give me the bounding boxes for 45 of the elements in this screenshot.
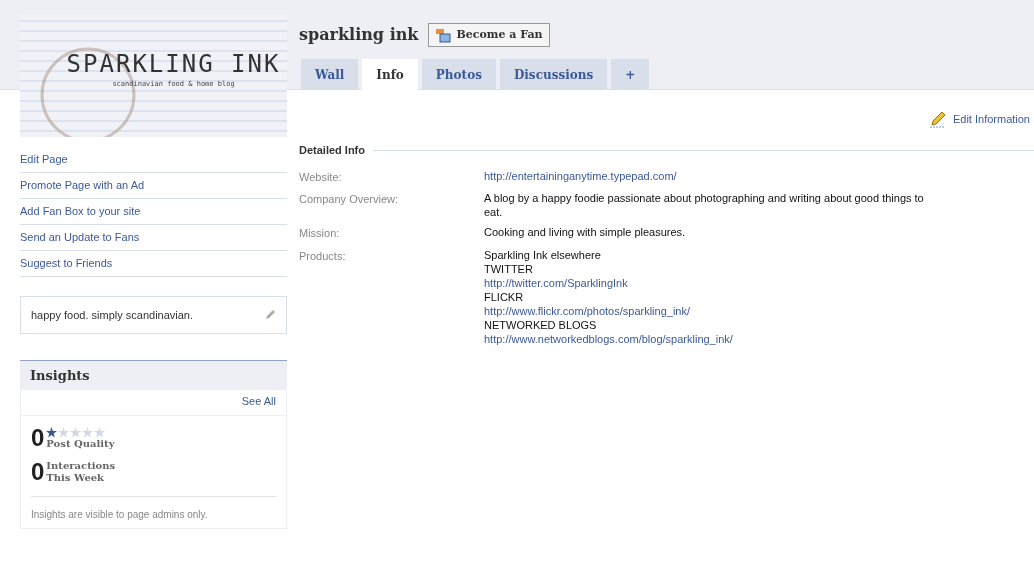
field-label: Mission: [299,226,341,241]
insights-header: Insights [20,361,287,390]
sidebar-link[interactable]: Edit Page [20,151,68,168]
pencil-icon[interactable] [264,309,276,321]
star-icon [58,426,70,438]
pencil-icon [928,110,947,128]
field-value: FLICKR [484,289,525,304]
website-link[interactable]: http://twitter.com/SparklingInk [484,276,628,289]
star-icon [70,426,82,438]
logo-title: SPARKLING INK [66,52,281,77]
field-label: Products: [299,248,347,264]
field-value: A blog by a happy foodie passionate about photographing and writing about good things to eat. [484,191,924,219]
field-label: Company Overview: [299,192,400,207]
sidebar-link[interactable]: Send an Update to Fans [20,229,140,246]
field-value: Cooking and living with simple pleasures. [484,225,687,239]
become-fan-button[interactable]: Become a Fan [428,23,550,47]
sidebar-link[interactable]: Add Fan Box to your site [20,203,141,220]
field-value: TWITTER [484,261,534,276]
page-tab[interactable]: Info [362,59,418,90]
metric-value: 0 [31,425,45,450]
page-tab[interactable]: + [611,59,650,90]
page-tab[interactable]: Discussions [499,59,608,90]
page-tab[interactable]: Photos [421,59,496,90]
see-all-link[interactable]: See All [241,393,276,410]
metric-label: Post Quality [46,437,116,450]
section-title: Detailed Info [299,143,365,158]
star-icon [82,426,94,438]
edit-information-link[interactable]: Edit Information [952,110,1030,128]
sidebar-link[interactable]: Suggest to Friends [20,255,113,272]
insights-note: Insights are visible to page admins only. [30,507,209,522]
star-icon [46,426,58,438]
field-value: Sparkling Ink elsewhere [484,247,602,262]
page-tab[interactable]: Wall [301,59,359,90]
page-title: sparkling ink [299,24,419,46]
sidebar-link[interactable]: Promote Page with an Ad [20,177,145,194]
field-value: NETWORKED BLOGS [484,317,598,332]
star-icon [94,426,106,438]
metric-value: 0 [31,459,45,484]
website-link[interactable]: http://www.flickr.com/photos/sparkling_ink/ [484,304,691,317]
website-link[interactable]: http://entertaininganytime.typepad.com/ [484,169,677,182]
status-text: happy food. simply scandinavian. [31,307,194,323]
metric-label: Interactions This Week [46,459,117,484]
field-label: Website: [299,169,343,185]
website-link[interactable]: http://www.networkedblogs.com/blog/sparkling_ink/ [484,332,733,345]
fan-icon [435,27,452,43]
